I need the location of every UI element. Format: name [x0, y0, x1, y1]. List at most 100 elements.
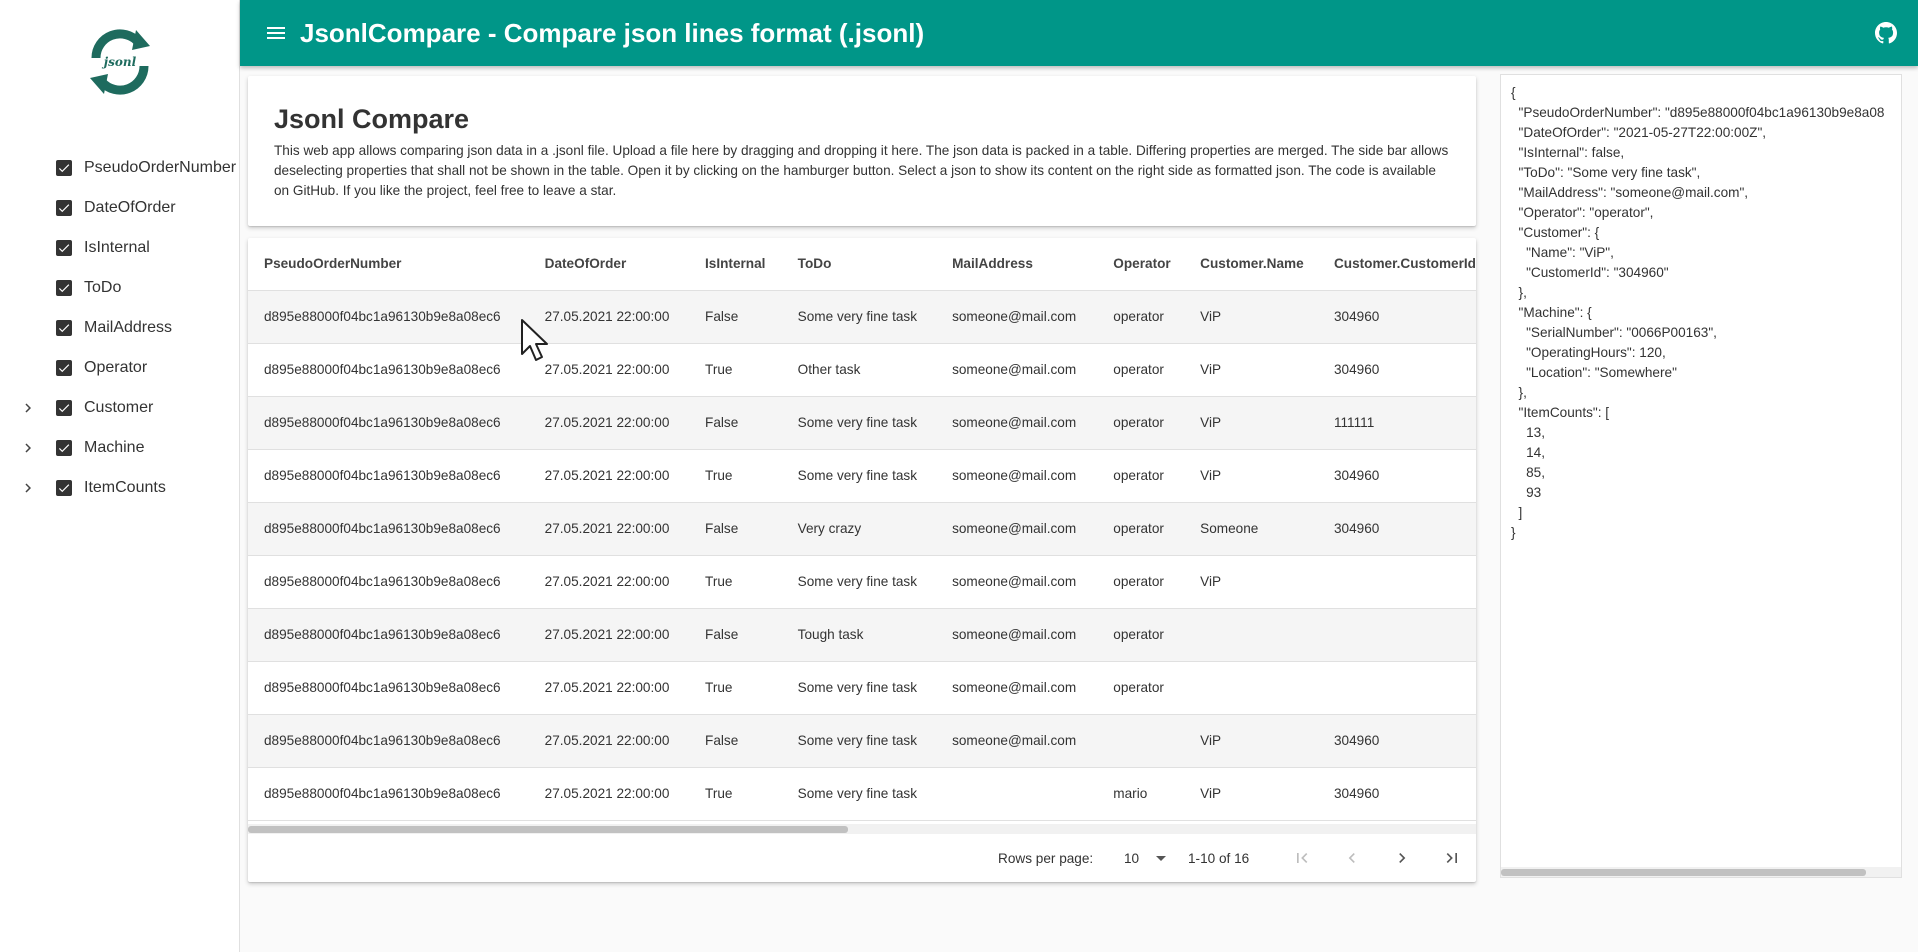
table-cell: 27.05.2021 22:00:00 — [528, 502, 690, 556]
logo-text: jsonl — [102, 55, 137, 69]
tree-item-label: MailAddress — [84, 319, 173, 336]
table-row[interactable]: d895e88000f04bc1a96130b9e8a08ec6 27.05.20… — [248, 343, 1476, 397]
table-cell: d895e88000f04bc1a96130b9e8a08ec6 — [248, 343, 529, 397]
table-row[interactable]: d895e88000f04bc1a96130b9e8a08ec6 27.05.20… — [248, 290, 1476, 344]
column-header[interactable]: Customer.Name — [1184, 238, 1318, 291]
column-header[interactable]: PseudoOrderNumber — [248, 238, 529, 291]
rows-per-page-value: 10 — [1124, 851, 1140, 866]
table-row[interactable]: d895e88000f04bc1a96130b9e8a08ec6 27.05.20… — [248, 714, 1476, 768]
table-row[interactable]: d895e88000f04bc1a96130b9e8a08ec6 27.05.20… — [248, 502, 1476, 556]
tree-item-isinternal[interactable]: IsInternal — [0, 228, 240, 268]
json-line: 85, — [1511, 465, 1546, 480]
checkbox[interactable] — [56, 440, 72, 456]
table-cell: True — [689, 555, 782, 609]
table-cell: Tough task — [781, 608, 937, 662]
json-line: "Location": "Somewhere" — [1511, 365, 1677, 380]
table-cell — [1184, 661, 1318, 715]
scrollbar-thumb[interactable] — [248, 826, 848, 833]
tree-item-customer[interactable]: Customer — [0, 388, 240, 428]
tree-item-dateoforder[interactable]: DateOfOrder — [0, 188, 240, 228]
intro-card: Jsonl Compare This web app allows compar… — [248, 76, 1476, 226]
table-row[interactable]: d895e88000f04bc1a96130b9e8a08ec6 27.05.20… — [248, 449, 1476, 503]
check-icon — [58, 364, 70, 373]
first-page-button[interactable] — [1290, 846, 1314, 870]
hamburger-menu-icon[interactable] — [264, 21, 288, 45]
checkbox[interactable] — [56, 200, 72, 216]
json-detail-panel: { "PseudoOrderNumber": "d895e88000f04bc1… — [1500, 74, 1902, 878]
table-cell: 27.05.2021 22:00:00 — [528, 608, 690, 662]
check-icon — [58, 164, 70, 173]
table-row[interactable]: d895e88000f04bc1a96130b9e8a08ec6 27.05.20… — [248, 396, 1476, 450]
chevron-right-icon[interactable] — [18, 438, 38, 458]
checkbox[interactable] — [56, 480, 72, 496]
json-line: { — [1511, 85, 1516, 100]
json-line: "MailAddress": "someone@mail.com", — [1511, 185, 1749, 200]
json-line: "Machine": { — [1511, 305, 1592, 320]
table-cell: someone@mail.com — [936, 555, 1098, 609]
column-header[interactable]: DateOfOrder — [528, 238, 690, 291]
intro-heading: Jsonl Compare — [274, 104, 470, 134]
json-horizontal-scrollbar[interactable] — [1501, 867, 1901, 877]
table-cell: someone@mail.com — [936, 661, 1098, 715]
json-line: ] — [1511, 505, 1523, 520]
tree-item-itemcounts[interactable]: ItemCounts — [0, 468, 240, 508]
tree-item-mailaddress[interactable]: MailAddress — [0, 308, 240, 348]
checkbox[interactable] — [56, 400, 72, 416]
intro-text: This web app allows comparing json data … — [274, 143, 1449, 198]
table-row[interactable]: d895e88000f04bc1a96130b9e8a08ec6 27.05.20… — [248, 608, 1476, 662]
column-header[interactable]: Operator — [1097, 238, 1185, 291]
json-line: "DateOfOrder": "2021-05-27T22:00:00Z", — [1511, 125, 1767, 140]
table-cell: d895e88000f04bc1a96130b9e8a08ec6 — [248, 502, 529, 556]
last-page-button[interactable] — [1440, 846, 1464, 870]
previous-page-button[interactable] — [1340, 846, 1364, 870]
scrollbar-thumb[interactable] — [1501, 869, 1866, 876]
next-page-button[interactable] — [1390, 846, 1414, 870]
pagination-range: 1-10 of 16 — [1188, 850, 1250, 866]
checkbox[interactable] — [56, 360, 72, 376]
table-cell: operator — [1097, 343, 1185, 397]
table-row[interactable]: d895e88000f04bc1a96130b9e8a08ec6 27.05.20… — [248, 767, 1476, 821]
table-cell: 27.05.2021 22:00:00 — [528, 396, 690, 450]
checkbox[interactable] — [56, 320, 72, 336]
table-pagination: Rows per page: 10 1-10 of 16 — [248, 834, 1476, 882]
table-cell: d895e88000f04bc1a96130b9e8a08ec6 — [248, 661, 529, 715]
json-line: "Customer": { — [1511, 225, 1600, 240]
checkbox[interactable] — [56, 280, 72, 296]
check-icon — [58, 484, 70, 493]
check-icon — [58, 204, 70, 213]
tree-item-operator[interactable]: Operator — [0, 348, 240, 388]
table-cell: 304960 — [1317, 502, 1476, 556]
horizontal-scrollbar[interactable] — [248, 824, 1476, 834]
table-cell: 27.05.2021 22:00:00 — [528, 661, 690, 715]
table-row[interactable]: d895e88000f04bc1a96130b9e8a08ec6 27.05.20… — [248, 555, 1476, 609]
chevron-right-icon[interactable] — [18, 478, 38, 498]
checkbox[interactable] — [56, 240, 72, 256]
table-cell: ViP — [1184, 449, 1318, 503]
column-header[interactable]: ToDo — [781, 238, 937, 291]
json-line: } — [1511, 525, 1516, 540]
table-cell: 27.05.2021 22:00:00 — [528, 290, 690, 344]
table-scroll-area: PseudoOrderNumber DateOfOrder IsInternal To… — [248, 238, 1476, 828]
table-row[interactable]: d895e88000f04bc1a96130b9e8a08ec6 27.05.20… — [248, 661, 1476, 715]
column-header[interactable]: Customer.CustomerId — [1317, 238, 1476, 291]
column-header[interactable]: IsInternal — [689, 238, 782, 291]
table-cell: mario — [1097, 767, 1185, 821]
github-icon[interactable] — [1874, 21, 1898, 45]
rows-per-page-select[interactable]: 10 — [1116, 848, 1168, 870]
tree-item-label: PseudoOrderNumber — [84, 159, 237, 176]
chevron-right-icon[interactable] — [18, 398, 38, 418]
table-cell: ViP — [1184, 343, 1318, 397]
check-icon — [58, 444, 70, 453]
table-cell: 27.05.2021 22:00:00 — [528, 714, 690, 768]
check-icon — [58, 324, 70, 333]
table-cell: False — [689, 396, 782, 450]
tree-item-label: Machine — [84, 439, 145, 456]
tree-item-pseudoordernumber[interactable]: PseudoOrderNumber — [0, 148, 240, 188]
table-cell: Other task — [781, 343, 937, 397]
tree-item-machine[interactable]: Machine — [0, 428, 240, 468]
checkbox[interactable] — [56, 160, 72, 176]
json-line: "ToDo": "Some very fine task", — [1511, 165, 1701, 180]
column-header[interactable]: MailAddress — [936, 238, 1098, 291]
tree-item-todo[interactable]: ToDo — [0, 268, 240, 308]
json-line: "PseudoOrderNumber": "d895e88000f04bc1a9… — [1511, 105, 1885, 120]
